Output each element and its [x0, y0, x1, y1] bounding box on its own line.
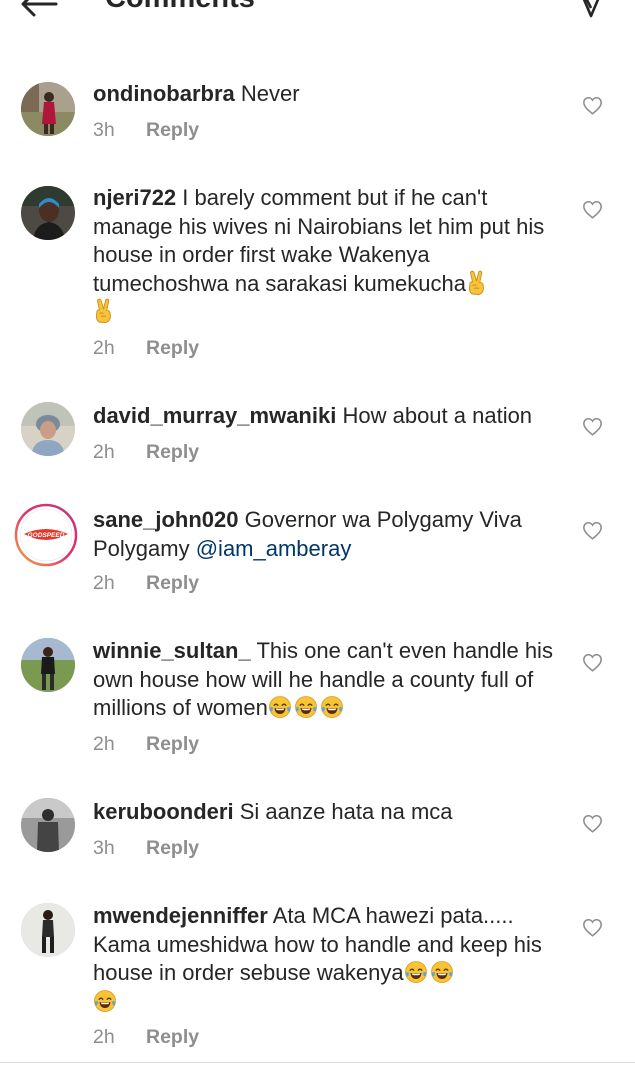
heart-outline-icon[interactable] — [582, 96, 603, 115]
heart-outline-icon[interactable] — [582, 814, 603, 833]
comment-timestamp: 2h — [93, 337, 115, 359]
comment-timestamp: 2h — [93, 572, 115, 594]
heart-outline-icon[interactable] — [582, 200, 603, 219]
comment-username[interactable]: sane_john020 — [93, 507, 239, 532]
comment-timestamp: 2h — [93, 441, 115, 463]
reply-button[interactable]: Reply — [146, 572, 199, 594]
reply-button[interactable]: Reply — [146, 337, 199, 359]
reply-button[interactable]: Reply — [146, 733, 199, 755]
comment-timestamp: 3h — [93, 119, 115, 141]
comment-username[interactable]: ondinobarbra — [93, 81, 235, 106]
page-title: Comments — [105, 0, 255, 15]
avatar[interactable] — [21, 186, 75, 240]
comment-username[interactable]: mwendejenniffer — [93, 903, 268, 928]
comment-text: Si aanze hata na mca — [239, 799, 453, 824]
avatar[interactable] — [21, 82, 75, 136]
send-icon[interactable] — [578, 0, 604, 18]
avatar[interactable] — [21, 798, 75, 852]
victory-hand-emoji — [466, 270, 488, 296]
reply-button[interactable]: Reply — [146, 441, 199, 463]
comment-text: Never — [240, 81, 300, 106]
avatar[interactable]: GODSPEED — [14, 503, 78, 567]
divider — [0, 1062, 635, 1063]
avatar[interactable] — [21, 402, 75, 456]
avatar[interactable] — [21, 903, 75, 957]
heart-outline-icon[interactable] — [582, 653, 603, 672]
face-with-tears-of-joy-emoji — [404, 960, 428, 984]
comment-timestamp: 2h — [93, 733, 115, 755]
comment-timestamp: 2h — [93, 1026, 115, 1048]
comment-timestamp: 3h — [93, 837, 115, 859]
heart-outline-icon[interactable] — [582, 521, 603, 540]
mention-link[interactable]: @iam_amberay — [196, 536, 352, 561]
face-with-tears-of-joy-emoji — [294, 695, 318, 719]
comment-username[interactable]: keruboonderi — [93, 799, 234, 824]
avatar[interactable] — [21, 638, 75, 692]
avatar-logo-text: GODSPEED — [28, 532, 65, 539]
comment-username[interactable]: david_murray_mwaniki — [93, 403, 336, 428]
victory-hand-emoji — [93, 298, 115, 324]
heart-outline-icon[interactable] — [582, 417, 603, 436]
comment-text: How about a nation — [342, 403, 533, 428]
heart-outline-icon[interactable] — [582, 918, 603, 937]
comment-username[interactable]: njeri722 — [93, 185, 176, 210]
header-bar: Comments — [0, 0, 635, 40]
arrow-left-icon[interactable] — [18, 0, 58, 20]
face-with-tears-of-joy-emoji — [320, 695, 344, 719]
comment-username[interactable]: winnie_sultan_ — [93, 638, 251, 663]
reply-button[interactable]: Reply — [146, 837, 199, 859]
face-with-tears-of-joy-emoji — [93, 989, 117, 1013]
face-with-tears-of-joy-emoji — [430, 960, 454, 984]
reply-button[interactable]: Reply — [146, 119, 199, 141]
face-with-tears-of-joy-emoji — [268, 695, 292, 719]
reply-button[interactable]: Reply — [146, 1026, 199, 1048]
